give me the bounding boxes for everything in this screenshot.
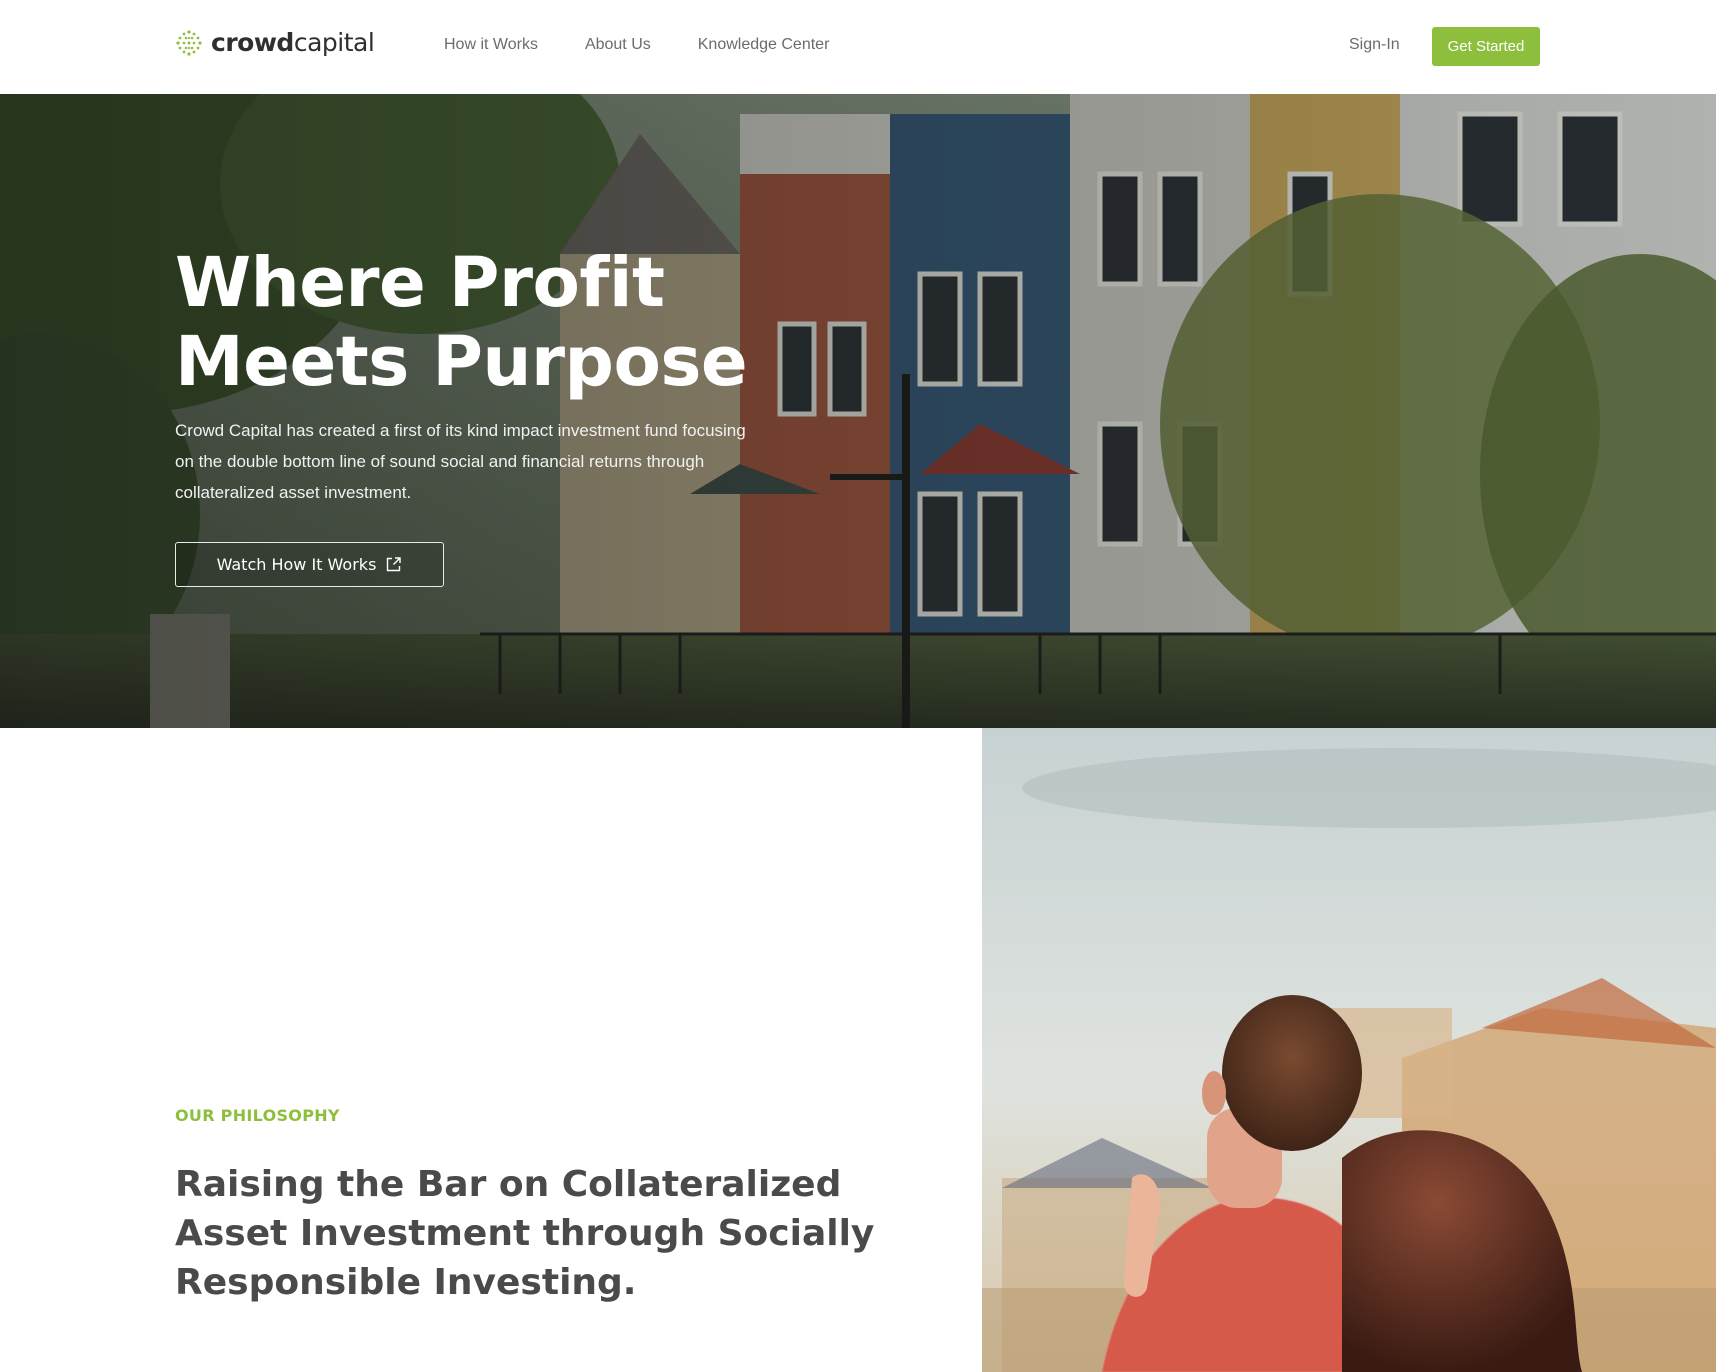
- logo-text-bold: crowd: [211, 28, 294, 57]
- hero-overlay: [0, 94, 1716, 728]
- nav-knowledge-center[interactable]: Knowledge Center: [698, 36, 830, 54]
- hero-title-line2: Meets Purpose: [175, 322, 748, 402]
- watch-how-it-works-button[interactable]: Watch How It Works: [175, 542, 444, 587]
- logo-mark-icon: [176, 29, 202, 56]
- couple-photo: [982, 728, 1716, 1372]
- site-header: crowdcapital How it Works About Us Knowl…: [0, 0, 1716, 94]
- philosophy-title: Raising the Bar on Collateralized Asset …: [175, 1164, 875, 1303]
- philosophy-section: OUR PHILOSOPHY Raising the Bar on Collat…: [0, 728, 982, 1372]
- logo-wordmark: crowdcapital: [211, 28, 375, 57]
- sign-in-link[interactable]: Sign-In: [1349, 36, 1400, 54]
- hero-section: Where Profit Meets Purpose Crowd Capital…: [0, 94, 1716, 728]
- philosophy-eyebrow: OUR PHILOSOPHY: [175, 1106, 340, 1125]
- nav-how-it-works[interactable]: How it Works: [444, 36, 538, 54]
- get-started-button[interactable]: Get Started: [1432, 27, 1540, 66]
- external-link-icon: [387, 557, 402, 572]
- watch-button-label: Watch How It Works: [216, 555, 377, 574]
- nav-about-us[interactable]: About Us: [585, 36, 651, 54]
- couple-photo-image: [982, 728, 1716, 1372]
- crowdcapital-logo[interactable]: crowdcapital: [175, 28, 375, 57]
- hero-title-line1: Where Profit: [175, 243, 665, 323]
- main-nav: How it Works About Us Knowledge Center: [444, 36, 829, 54]
- logo-text-light: capital: [293, 28, 375, 57]
- hero-description: Crowd Capital has created a first of its…: [175, 421, 746, 502]
- hero-title: Where Profit Meets Purpose: [175, 244, 795, 402]
